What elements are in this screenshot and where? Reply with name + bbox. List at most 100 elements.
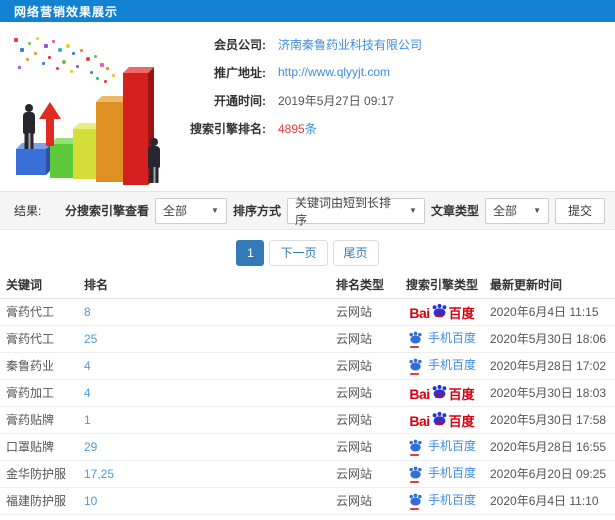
engine-view-select[interactable]: 全部 ▼ xyxy=(154,197,227,224)
table-row: 福建防护服 10 云网站 手机百度 2020年6月4日 11:10 xyxy=(0,486,615,514)
confetti-dot xyxy=(36,37,39,40)
baidu-paw-icon xyxy=(409,331,422,344)
rank-link[interactable]: 4 xyxy=(84,386,91,400)
results-label: 结果: xyxy=(14,204,42,218)
baidu-mobile-logo: 手机百度 xyxy=(408,358,476,375)
open-time-value: 2019年5月27日 09:17 xyxy=(278,93,395,108)
rank-cell: 17,25 xyxy=(80,459,336,487)
baidu-paw-icon xyxy=(409,493,422,506)
businessman-figure-left xyxy=(22,104,36,149)
rank-count: 4895 xyxy=(278,121,305,136)
table-body: 膏药代工 8 云网站 Bai du 百度 2020年6月4日 11:15 膏药代工 … xyxy=(0,298,615,520)
bar-yellow xyxy=(73,123,104,179)
table-row: 膏药贴牌 1 云网站 Bai du 百度 2020年5月30日 17:58 xyxy=(0,405,615,433)
keyword-cell: 福建防护服 xyxy=(0,486,80,514)
member-company-label: 会员公司: xyxy=(214,37,266,52)
table-row: 手机百度 xyxy=(0,513,615,520)
filter-controls: 分搜索引擎查看 全部 ▼ 排序方式 关键词由短到长排序 ▼ 文章类型 全部 ▼ … xyxy=(65,196,605,227)
confetti-dot xyxy=(62,60,66,64)
submit-button[interactable]: 提交 xyxy=(554,197,605,224)
keyword-cell: 膏药代工 xyxy=(0,324,80,352)
baidu-pc-logo: Bai du 百度 xyxy=(409,384,475,402)
rank-cell: 8 xyxy=(80,298,336,325)
updated-time-cell: 2020年5月28日 16:55 xyxy=(486,432,615,460)
rank-type-cell xyxy=(336,513,398,520)
sort-selected: 关键词由短到长排序 xyxy=(294,195,391,227)
confetti-dot xyxy=(80,49,83,52)
rank-link[interactable]: 25 xyxy=(84,332,97,346)
sort-select[interactable]: 关键词由短到长排序 ▼ xyxy=(286,196,425,227)
confetti-dot xyxy=(100,63,104,67)
member-company-link[interactable]: 济南秦鲁药业科技有限公司 xyxy=(278,36,422,53)
engine-rank-label: 搜索引擎排名: xyxy=(190,121,266,136)
rank-link[interactable]: 17,25 xyxy=(84,467,114,481)
engine-type-cell[interactable]: 手机百度 xyxy=(398,351,486,379)
keyword-cell: 膏药贴牌 xyxy=(0,405,80,433)
rank-type-cell: 云网站 xyxy=(336,432,398,460)
promo-url-link[interactable]: http://www.qlyyjt.com xyxy=(278,65,390,79)
rank-cell: 25 xyxy=(80,324,336,352)
engine-type-cell[interactable]: Bai du 百度 xyxy=(398,378,486,406)
confetti-dot xyxy=(18,66,21,69)
rank-link[interactable]: 29 xyxy=(84,440,97,454)
keyword-cell: 膏药加工 xyxy=(0,378,80,406)
baidu-paw-icon xyxy=(409,466,422,479)
businessman-figure-right xyxy=(147,138,161,184)
page-1-button[interactable]: 1 xyxy=(236,240,265,266)
updated-time-cell: 2020年6月4日 11:10 xyxy=(486,486,615,514)
confetti-dot xyxy=(28,42,31,45)
table-row: 金华防护服 17,25 云网站 手机百度 2020年6月20日 09:25 xyxy=(0,459,615,487)
rank-link[interactable]: 8 xyxy=(84,305,91,319)
engine-type-cell[interactable]: 手机百度 xyxy=(398,459,486,487)
confetti-dot xyxy=(96,77,99,80)
promo-url-row: 推广地址: http://www.qlyyjt.com xyxy=(170,58,590,86)
rank-type-cell: 云网站 xyxy=(336,459,398,487)
rank-cell xyxy=(80,513,336,520)
chevron-down-icon: ▼ xyxy=(211,206,219,215)
header-updated: 最新更新时间 xyxy=(486,272,615,299)
article-type-selected: 全部 xyxy=(492,204,517,218)
member-company-row: 会员公司: 济南秦鲁药业科技有限公司 xyxy=(170,30,590,58)
rank-type-cell: 云网站 xyxy=(336,405,398,433)
header-engine-type: 搜索引擎类型 xyxy=(398,272,486,299)
confetti-dot xyxy=(72,52,75,55)
confetti-dot xyxy=(106,67,109,70)
engine-type-cell[interactable]: 手机百度 xyxy=(398,486,486,514)
growth-chart-illustration xyxy=(6,36,171,186)
confetti-dot xyxy=(104,80,107,83)
rank-link[interactable]: 1 xyxy=(84,413,91,427)
engine-type-cell[interactable]: 手机百度 xyxy=(398,432,486,460)
updated-time-cell: 2020年5月28日 17:02 xyxy=(486,351,615,379)
updated-time-cell: 2020年5月30日 18:06 xyxy=(486,324,615,352)
rank-link[interactable]: 10 xyxy=(84,494,97,508)
keyword-cell: 金华防护服 xyxy=(0,459,80,487)
confetti-dot xyxy=(76,65,79,68)
rank-type-cell: 云网站 xyxy=(336,351,398,379)
confetti-dot xyxy=(58,48,62,52)
rank-cell: 4 xyxy=(80,378,336,406)
next-page-button[interactable]: 下一页 xyxy=(269,240,328,266)
updated-time-cell: 2020年5月30日 18:03 xyxy=(486,378,615,406)
baidu-mobile-logo: 手机百度 xyxy=(408,466,476,483)
engine-type-cell[interactable]: Bai du 百度 xyxy=(398,405,486,433)
engine-type-cell[interactable]: 手机百度 xyxy=(398,513,486,520)
engine-rank-row: 搜索引擎排名: 4895条 xyxy=(170,114,590,142)
confetti-dot xyxy=(42,62,45,65)
baidu-paw-icon xyxy=(409,358,422,371)
confetti-dot xyxy=(34,52,37,55)
results-table: 关键词 排名 排名类型 搜索引擎类型 最新更新时间 膏药代工 8 云网站 Bai… xyxy=(0,272,615,520)
results-table-wrap: 关键词 排名 排名类型 搜索引擎类型 最新更新时间 膏药代工 8 云网站 Bai… xyxy=(0,272,615,520)
engine-type-cell[interactable]: Bai du 百度 xyxy=(398,298,486,325)
marketing-report-page: 网络营销效果展示 会员公司: 济南秦鲁药业科技有限公司 推广地址: http:/… xyxy=(0,0,615,520)
article-type-select[interactable]: 全部 ▼ xyxy=(484,197,549,224)
baidu-pc-logo: Bai du 百度 xyxy=(409,303,475,321)
promo-url-label: 推广地址: xyxy=(214,65,266,80)
keyword-cell: 口罩贴牌 xyxy=(0,432,80,460)
confetti-dot xyxy=(86,57,90,61)
engine-type-cell[interactable]: 手机百度 xyxy=(398,324,486,352)
last-page-button[interactable]: 尾页 xyxy=(332,240,379,266)
bar-green xyxy=(50,138,81,178)
engine-view-selected: 全部 xyxy=(162,204,187,218)
chevron-down-icon: ▼ xyxy=(409,206,417,215)
rank-link[interactable]: 4 xyxy=(84,359,91,373)
